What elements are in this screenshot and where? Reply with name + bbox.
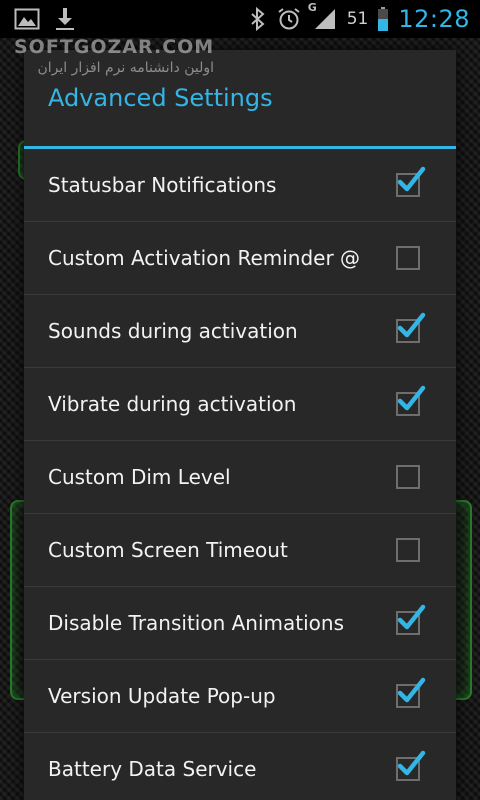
settings-row[interactable]: Disable Transition Animations — [24, 587, 456, 660]
checkmark-icon — [397, 750, 426, 776]
settings-row[interactable]: Version Update Pop-up — [24, 660, 456, 733]
setting-label: Battery Data Service — [48, 757, 257, 781]
checkmark-icon — [397, 385, 426, 411]
setting-label: Custom Dim Level — [48, 465, 231, 489]
setting-checkbox[interactable] — [396, 465, 420, 489]
watermark-brand: SOFTGOZAR.COM — [14, 36, 215, 58]
setting-checkbox[interactable] — [396, 538, 420, 562]
setting-checkbox[interactable] — [396, 604, 426, 635]
settings-row[interactable]: Vibrate during activation — [24, 368, 456, 441]
battery-percent: 51 — [346, 9, 369, 29]
setting-checkbox[interactable] — [396, 385, 426, 416]
watermark-subtitle: اولین دانشنامه نرم افزار ایران — [37, 60, 214, 76]
checkmark-icon — [397, 312, 426, 338]
settings-row[interactable]: Custom Activation Reminder @ — [24, 222, 456, 295]
signal-icon: G — [308, 1, 337, 31]
battery-icon — [378, 7, 389, 31]
status-bar: G 51 12:28 — [0, 0, 480, 38]
settings-row[interactable]: Custom Dim Level — [24, 441, 456, 514]
checkmark-icon — [397, 166, 426, 192]
setting-label: Disable Transition Animations — [48, 611, 345, 635]
settings-list: Statusbar Notifications Custom Activation… — [24, 149, 456, 800]
download-icon — [54, 7, 76, 31]
setting-checkbox[interactable] — [396, 750, 426, 781]
image-icon — [14, 8, 40, 30]
bluetooth-icon — [249, 7, 267, 31]
checkmark-icon — [397, 677, 426, 703]
setting-label: Custom Activation Reminder @ — [48, 246, 361, 270]
setting-checkbox[interactable] — [396, 246, 420, 270]
clock: 12:28 — [398, 5, 470, 33]
setting-label: Sounds during activation — [48, 319, 298, 343]
watermark: SOFTGOZAR.COM اولین دانشنامه نرم افزار ا… — [14, 36, 214, 76]
checkmark-icon — [397, 604, 426, 630]
setting-label: Vibrate during activation — [48, 392, 297, 416]
alarm-icon — [277, 7, 301, 31]
setting-label: Custom Screen Timeout — [48, 538, 288, 562]
setting-checkbox[interactable] — [396, 677, 426, 708]
settings-row[interactable]: Custom Screen Timeout — [24, 514, 456, 587]
setting-label: Statusbar Notifications — [48, 173, 277, 197]
settings-row[interactable]: Sounds during activation — [24, 295, 456, 368]
advanced-settings-dialog: Advanced Settings Statusbar Notification… — [24, 50, 456, 800]
settings-row[interactable]: Statusbar Notifications — [24, 149, 456, 222]
setting-checkbox[interactable] — [396, 312, 426, 343]
network-type-label: G — [307, 1, 317, 14]
settings-row[interactable]: Battery Data Service — [24, 733, 456, 800]
setting-label: Version Update Pop-up — [48, 684, 276, 708]
setting-checkbox[interactable] — [396, 166, 426, 197]
